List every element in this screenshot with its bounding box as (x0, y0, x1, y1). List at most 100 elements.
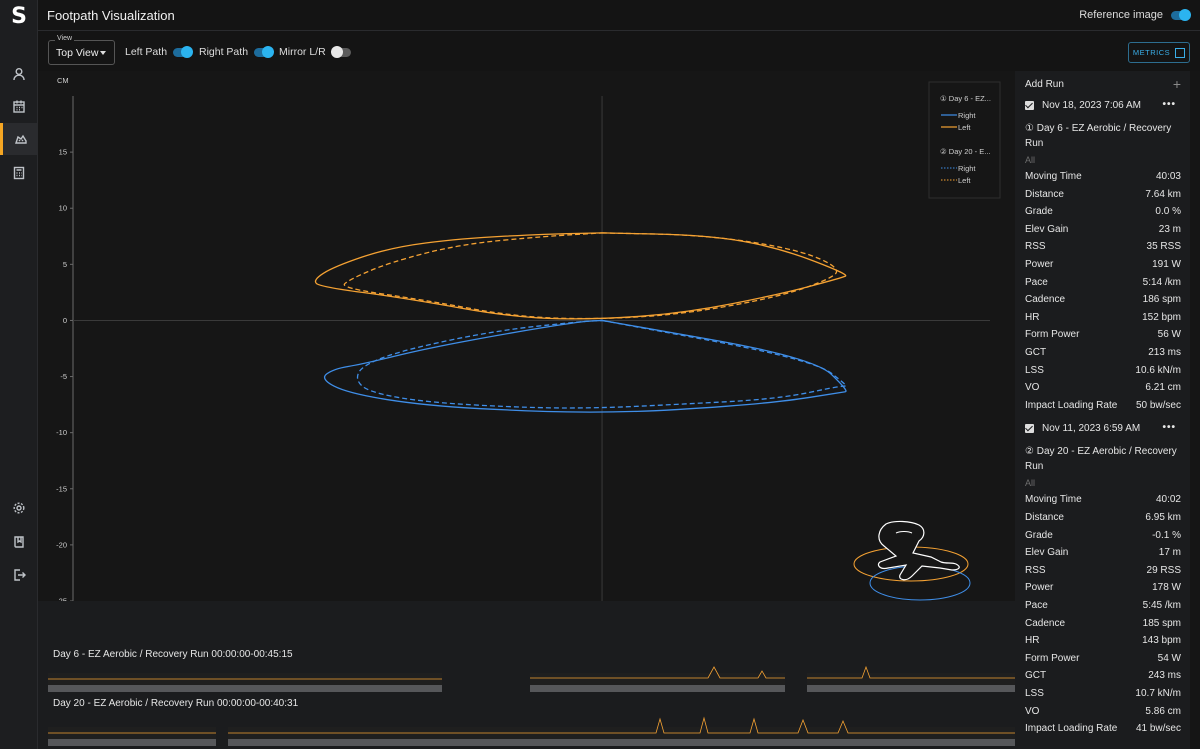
timeline-trace-1 (48, 665, 1015, 680)
metric-row: Distance 7.64 km (1025, 189, 1181, 203)
calendar-icon[interactable] (0, 90, 38, 122)
left-path-label: Left Path (125, 46, 168, 58)
left-path-toggle[interactable] (173, 45, 194, 58)
metric-value: 40:03 (1155, 171, 1181, 182)
view-select-value: Top View (56, 47, 99, 59)
metric-row: Cadence 186 spm (1025, 294, 1181, 308)
runs-panel: Add Run + Nov 18, 2023 7:06 AM ••• ① Day… (1015, 71, 1190, 749)
run-filter: All (1025, 155, 1036, 165)
run-filter: All (1025, 478, 1036, 489)
metric-value: 185 spm (1142, 617, 1181, 629)
metric-value: 243 ms (1148, 670, 1181, 682)
metric-value: 35 RSS (1146, 241, 1181, 253)
metric-value: 143 bpm (1142, 635, 1181, 647)
legend-item-left-1: Left (958, 123, 971, 132)
user-icon[interactable] (0, 58, 38, 90)
metric-value: 40:02 (1155, 494, 1181, 506)
metric-row: Impact Loading Rate 41 bw/sec (1025, 723, 1181, 737)
footpath-left-run-1 (314, 232, 847, 320)
book-icon[interactable] (0, 526, 38, 558)
metric-label: Power (1025, 259, 1054, 270)
run-date: Nov 11, 2023 6:59 AM (1042, 423, 1141, 435)
right-path-label: Right Path (199, 46, 249, 58)
metric-row: Cadence 185 spm (1025, 618, 1181, 632)
metric-label: Impact Loading Rate (1025, 399, 1118, 411)
timeline-title-1: Day 6 - EZ Aerobic / Recovery Run 00:00:… (53, 649, 293, 660)
metric-row: Power 191 W (1025, 259, 1181, 273)
y-tick-label: 15 (59, 148, 67, 157)
right-path-toggle-group: Right Path (199, 45, 275, 58)
more-options-icon[interactable]: ••• (1162, 99, 1176, 110)
run-name: ② Day 20 - EZ Aerobic / Recovery Run (1025, 446, 1177, 473)
metric-value: 23 m (1158, 223, 1181, 235)
mirror-toggle[interactable] (330, 45, 351, 58)
metric-label: Grade (1025, 529, 1053, 541)
run-header-row: Nov 11, 2023 6:59 AM ••• (1025, 422, 1181, 437)
metric-label: Moving Time (1025, 171, 1082, 182)
metric-row: Power 178 W (1025, 582, 1181, 596)
logout-icon[interactable] (0, 559, 38, 591)
add-run-label: Add Run (1025, 79, 1064, 90)
metric-value: 10.7 kN/m (1135, 688, 1181, 699)
metric-label: LSS (1025, 688, 1044, 699)
metric-row: Form Power 54 W (1025, 653, 1181, 667)
metric-row: LSS 10.6 kN/m (1025, 365, 1181, 379)
shoe-icon[interactable] (0, 123, 38, 155)
panel-scrollbar[interactable] (1190, 71, 1200, 749)
metric-value: 5:45 /km (1142, 600, 1181, 611)
legend-group-1: ① Day 6 - EZ... (940, 94, 991, 103)
right-path-toggle[interactable] (254, 45, 275, 58)
metric-label: VO (1025, 382, 1040, 394)
metric-label: GCT (1025, 670, 1047, 682)
metric-value: 6.95 km (1145, 512, 1181, 523)
left-path-toggle-group: Left Path (125, 45, 194, 58)
metric-row: RSS 35 RSS (1025, 241, 1181, 255)
metric-value: 50 bw/sec (1135, 399, 1181, 411)
run-header-row: Nov 18, 2023 7:06 AM ••• (1025, 99, 1181, 114)
metric-label: VO (1025, 705, 1040, 717)
footpath-chart[interactable]: 151050-5-10-15-20-25-70-60-50-40-30-20-1… (38, 71, 1015, 631)
app-logo[interactable]: S (0, 4, 38, 32)
plus-icon[interactable]: + (1173, 76, 1181, 92)
y-tick-label: -20 (56, 540, 67, 549)
metric-label: Pace (1025, 600, 1048, 611)
calculator-icon[interactable] (0, 157, 38, 189)
metric-row: GCT 243 ms (1025, 670, 1181, 684)
view-select[interactable]: View Top View (48, 35, 115, 65)
metric-label: LSS (1025, 364, 1044, 376)
metrics-button[interactable]: METRICS (1128, 42, 1190, 63)
more-options-icon[interactable]: ••• (1162, 422, 1176, 433)
reference-image-toggle[interactable] (1171, 8, 1191, 21)
toolbar: View Top View Left Path Right Path Mirro… (38, 31, 1200, 71)
run-checkbox[interactable] (1025, 424, 1034, 434)
footpath-plot: 151050-5-10-15-20-25-70-60-50-40-30-20-1… (56, 76, 1004, 626)
run-name: ① Day 6 - EZ Aerobic / Recovery Run (1025, 123, 1172, 149)
chart-legend: ① Day 6 - EZ... Right Left ② Day 20 - E.… (928, 81, 1001, 199)
metric-value: 56 W (1157, 329, 1181, 341)
metric-row: Impact Loading Rate 50 bw/sec (1025, 400, 1181, 414)
metric-value: 17 m (1158, 547, 1181, 559)
metric-value: -0.1 % (1152, 529, 1181, 541)
metric-value: 41 bw/sec (1135, 723, 1181, 735)
runner-reference-image (853, 520, 971, 601)
metric-value: 213 ms (1148, 347, 1181, 358)
metric-value: 152 bpm (1142, 311, 1181, 323)
run-checkbox[interactable] (1025, 101, 1034, 110)
metric-value: 5:14 /km (1142, 276, 1181, 288)
metric-row: Pace 5:14 /km (1025, 277, 1181, 291)
metric-row: VO 5.86 cm (1025, 706, 1181, 720)
metric-label: Power (1025, 582, 1054, 594)
metric-label: Impact Loading Rate (1025, 723, 1118, 735)
legend-group-2: ② Day 20 - E... (940, 147, 991, 156)
y-axis-label: CM (57, 76, 69, 85)
chevron-down-icon (100, 51, 106, 55)
metric-row: Elev Gain 17 m (1025, 547, 1181, 561)
run-date: Nov 18, 2023 7:06 AM (1042, 100, 1141, 111)
y-tick-label: 0 (63, 316, 67, 325)
reference-image-label: Reference image (1079, 9, 1163, 21)
legend-item-right-1: Right (958, 111, 976, 120)
gear-icon[interactable] (0, 492, 38, 524)
metric-row: Elev Gain 23 m (1025, 224, 1181, 238)
y-tick-label: -5 (60, 372, 67, 381)
timeline-title-2: Day 20 - EZ Aerobic / Recovery Run 00:00… (53, 698, 299, 709)
